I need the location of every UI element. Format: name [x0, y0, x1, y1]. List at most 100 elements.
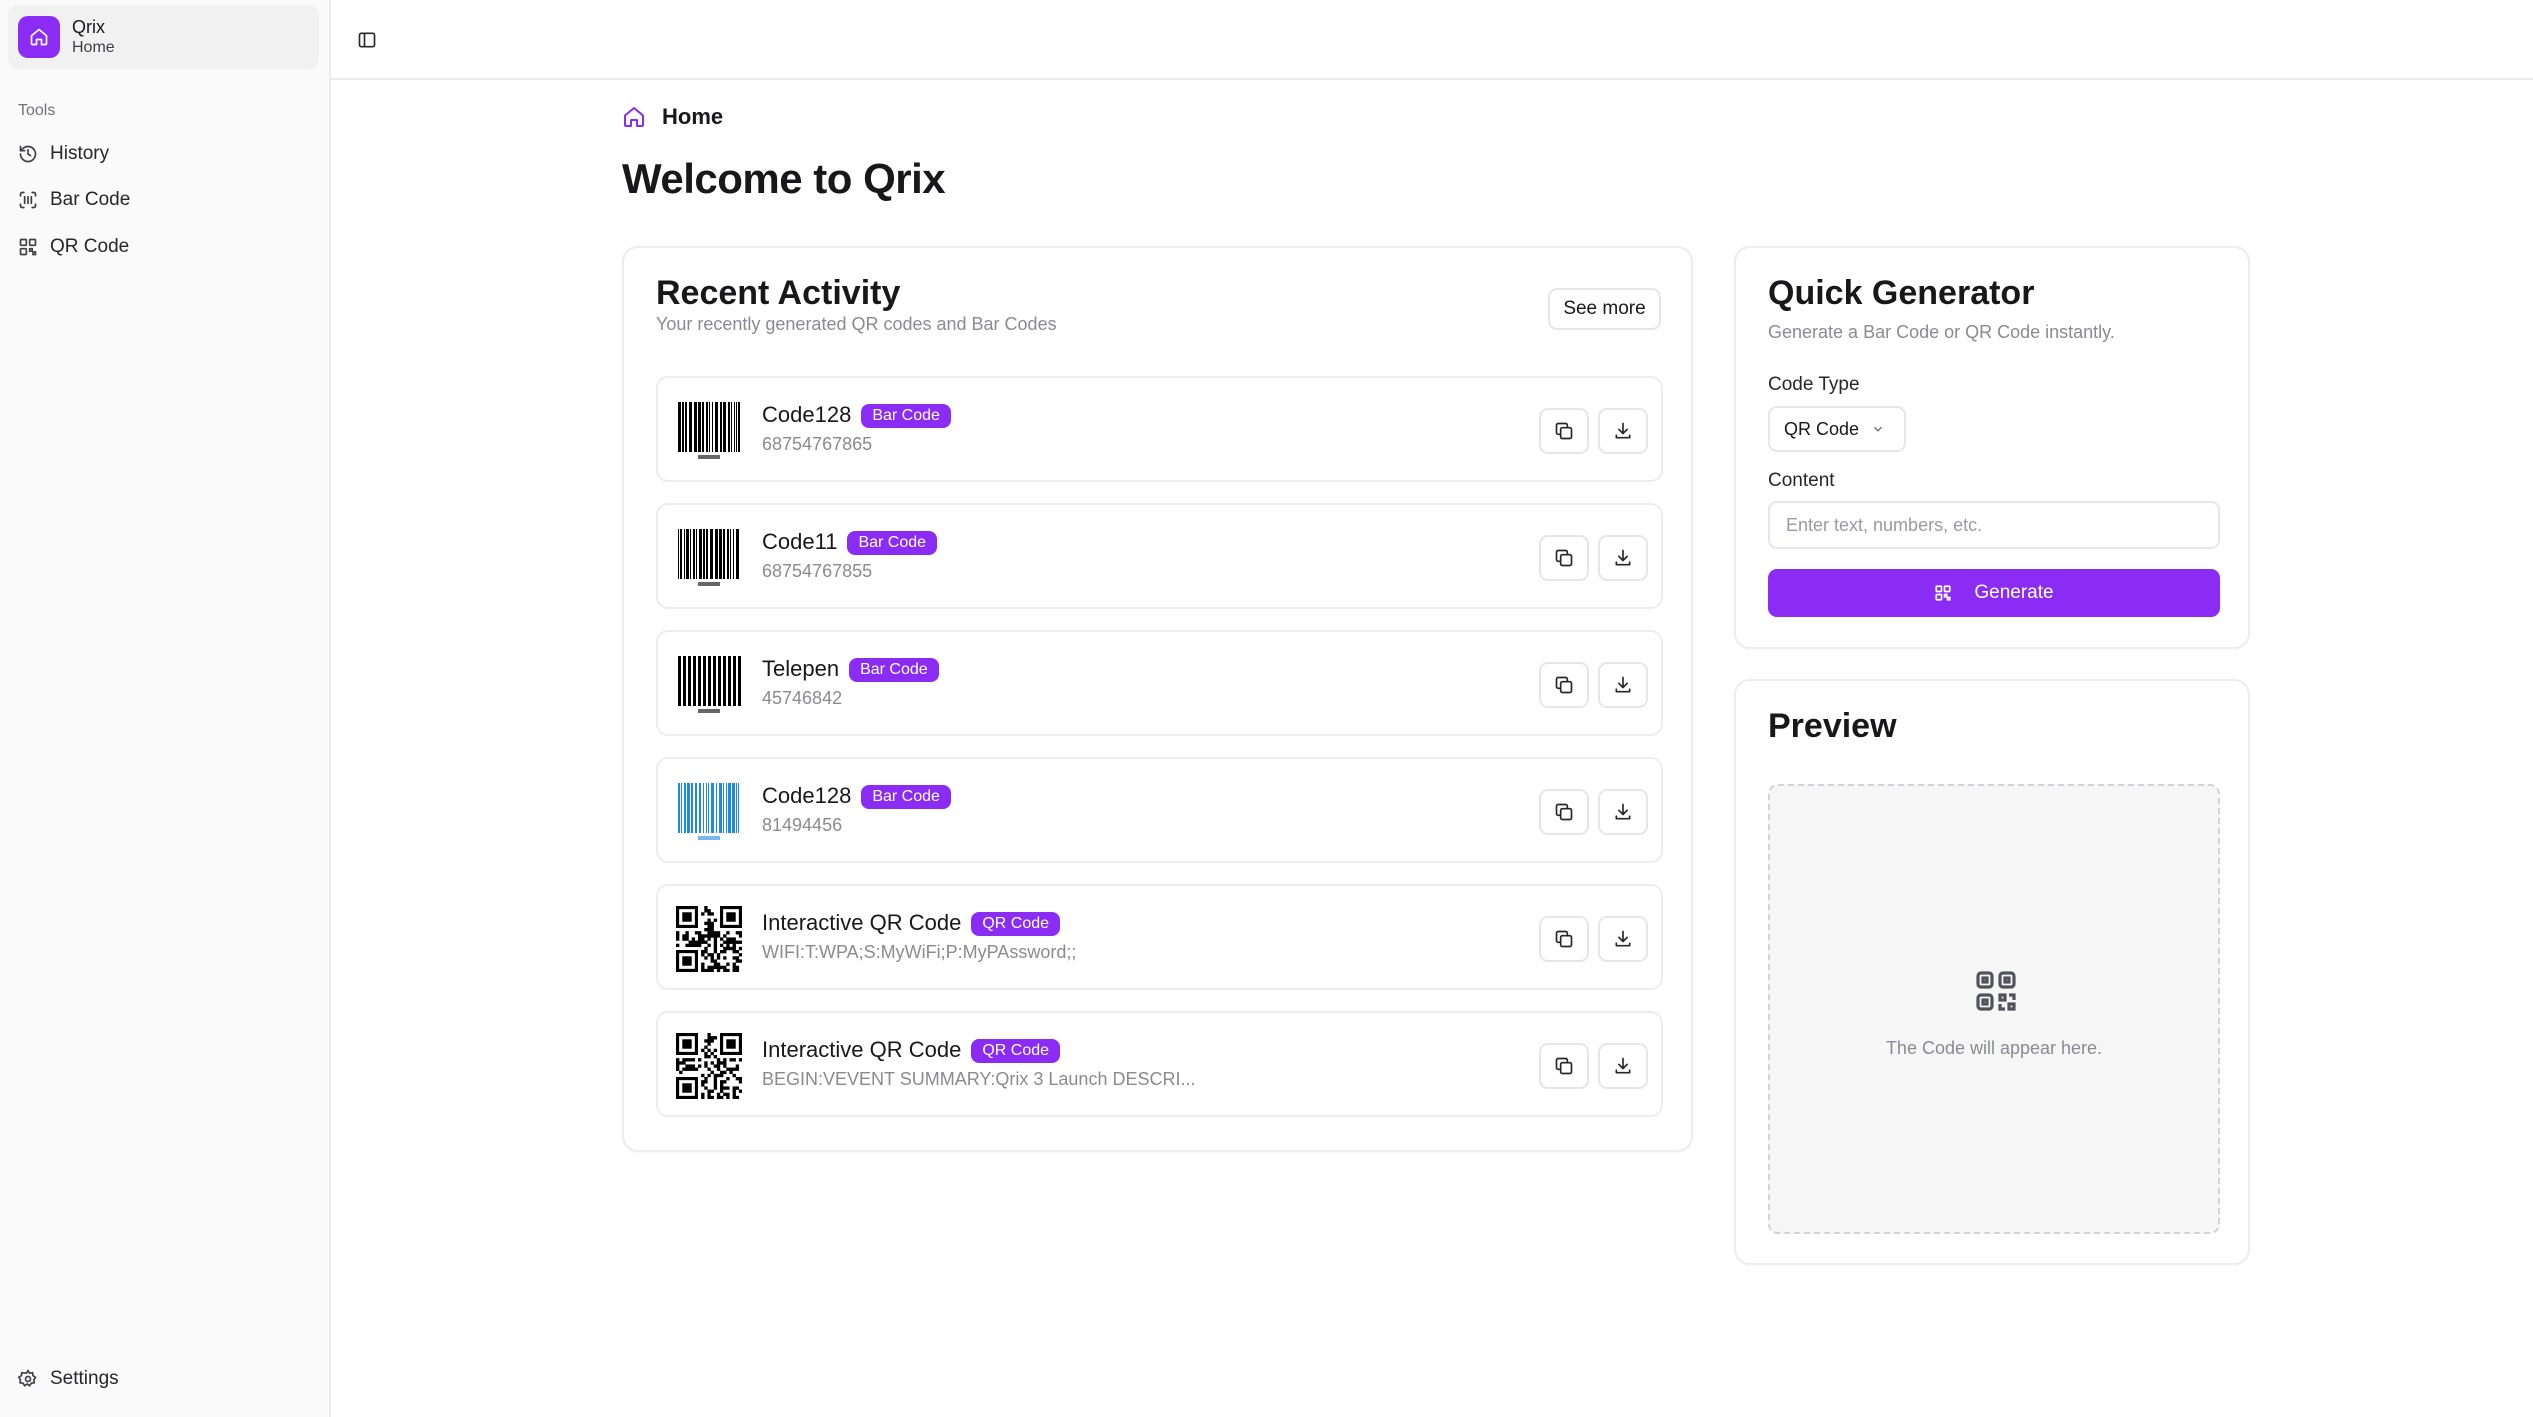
- page-title: Welcome to Qrix: [622, 155, 946, 202]
- copy-button[interactable]: [1539, 535, 1589, 581]
- type-badge: QR Code: [971, 1039, 1061, 1063]
- barcode-thumbnail: [678, 529, 739, 586]
- download-icon: [1615, 549, 1631, 566]
- quick-generator-title: Quick Generator: [1768, 274, 2035, 312]
- topbar: [331, 0, 2533, 80]
- download-button[interactable]: [1598, 408, 1648, 454]
- code-type-select[interactable]: QR Code: [1768, 406, 1906, 452]
- breadcrumb: Home: [622, 104, 723, 130]
- chevron-down-icon: [1874, 426, 1883, 432]
- activity-row-title: Interactive QR Code QR Code: [762, 1037, 1061, 1063]
- activity-row[interactable]: Code128 Bar Code 68754767865: [656, 376, 1663, 482]
- type-badge: QR Code: [971, 912, 1061, 936]
- sidebar-toggle-icon: [358, 32, 376, 48]
- qr-code-icon: [1976, 971, 2016, 1011]
- activity-row-title: Code128 Bar Code: [762, 783, 951, 809]
- sidebar-item-label: History: [50, 143, 110, 164]
- breadcrumb-current: Home: [662, 104, 724, 129]
- activity-row[interactable]: Code11 Bar Code 68754767855: [656, 503, 1663, 609]
- settings-label: Settings: [50, 1368, 119, 1389]
- gear-icon: [18, 1369, 37, 1387]
- copy-icon: [1555, 422, 1573, 440]
- generate-button[interactable]: Generate: [1768, 569, 2220, 617]
- sidebar-toggle-button[interactable]: [351, 24, 383, 56]
- preview-title: Preview: [1768, 707, 1897, 745]
- activity-row-value: BEGIN:VEVENT SUMMARY:Qrix 3 Launch DESCR…: [762, 1069, 1196, 1089]
- copy-button[interactable]: [1539, 662, 1589, 708]
- activity-row-value: 45746842: [762, 688, 843, 708]
- type-badge: Bar Code: [861, 404, 951, 428]
- home-icon: [18, 16, 60, 58]
- sidebar-item-settings[interactable]: Settings: [10, 1359, 321, 1399]
- download-button[interactable]: [1598, 916, 1648, 962]
- preview-area: The Code will appear here.: [1768, 784, 2220, 1234]
- sidebar: Qrix Home Tools History Bar Code QR Code…: [0, 0, 331, 1417]
- activity-row-value: WIFI:T:WPA;S:MyWiFi;P:MyPAssword;;: [762, 942, 1077, 962]
- activity-row-title: Code128 Bar Code: [762, 402, 951, 428]
- recent-activity-subtitle: Your recently generated QR codes and Bar…: [656, 314, 1057, 334]
- activity-row[interactable]: Code128 Bar Code 81494456: [656, 757, 1663, 863]
- qr-code-thumbnail: [676, 906, 742, 972]
- activity-row-value: 68754767865: [762, 434, 873, 454]
- recent-activity-card: Recent Activity Your recently generated …: [622, 246, 1693, 1152]
- qr-code-icon: [1935, 585, 1951, 601]
- copy-icon: [1555, 803, 1573, 821]
- activity-row-name: Interactive QR Code: [762, 910, 962, 935]
- quick-generator-card: Quick Generator Generate a Bar Code or Q…: [1734, 246, 2250, 649]
- activity-row[interactable]: Interactive QR Code QR Code BEGIN:VEVENT S…: [656, 1011, 1663, 1117]
- copy-button[interactable]: [1539, 408, 1589, 454]
- activity-row-name: Code128: [762, 402, 852, 427]
- activity-row-value: 81494456: [762, 815, 843, 835]
- activity-row[interactable]: Telepen Bar Code 45746842: [656, 630, 1663, 736]
- app-name: Qrix: [72, 17, 105, 37]
- activity-row-name: Code128: [762, 783, 852, 808]
- copy-button[interactable]: [1539, 916, 1589, 962]
- copy-icon: [1555, 549, 1573, 567]
- activity-row-name: Interactive QR Code: [762, 1037, 962, 1062]
- activity-row-title: Code11 Bar Code: [762, 529, 938, 555]
- generate-label: Generate: [1974, 582, 2054, 603]
- type-badge: Bar Code: [849, 658, 939, 682]
- code-type-value: QR Code: [1784, 418, 1860, 439]
- download-button[interactable]: [1598, 535, 1648, 581]
- content-label: Content: [1768, 470, 1835, 491]
- preview-card: Preview The Code will appear here.: [1734, 679, 2250, 1265]
- barcode-thumbnail: [678, 402, 740, 459]
- activity-row-title: Telepen Bar Code: [762, 656, 939, 682]
- sidebar-item-label: Bar Code: [50, 189, 131, 210]
- copy-button[interactable]: [1539, 1043, 1589, 1089]
- download-icon: [1615, 803, 1631, 820]
- app-switcher[interactable]: Qrix Home: [8, 5, 319, 69]
- sidebar-item-qr-code[interactable]: QR Code: [10, 227, 321, 267]
- quick-generator-subtitle: Generate a Bar Code or QR Code instantly…: [1768, 322, 2115, 342]
- sidebar-item-history[interactable]: History: [10, 134, 321, 174]
- see-more-button[interactable]: See more: [1548, 288, 1661, 330]
- preview-empty-text: The Code will appear here.: [1885, 1038, 2103, 1058]
- app-subtitle: Home: [72, 39, 115, 56]
- qr-code-icon: [19, 238, 37, 256]
- code-type-label: Code Type: [1768, 374, 1860, 395]
- activity-row[interactable]: Interactive QR Code QR Code WIFI:T:WPA;S:M…: [656, 884, 1663, 990]
- sidebar-item-bar-code[interactable]: Bar Code: [10, 180, 321, 220]
- copy-icon: [1555, 1057, 1573, 1075]
- home-icon: [624, 107, 644, 127]
- barcode-thumbnail: [678, 783, 739, 840]
- copy-icon: [1555, 676, 1573, 694]
- tools-group-label: Tools: [18, 102, 56, 119]
- download-button[interactable]: [1598, 1043, 1648, 1089]
- qr-code-thumbnail: [676, 1033, 742, 1099]
- activity-row-title: Interactive QR Code QR Code: [762, 910, 1061, 936]
- copy-button[interactable]: [1539, 789, 1589, 835]
- barcode-thumbnail: [678, 656, 741, 713]
- recent-activity-title: Recent Activity: [656, 274, 901, 312]
- download-button[interactable]: [1598, 789, 1648, 835]
- download-icon: [1615, 676, 1631, 693]
- download-icon: [1615, 930, 1631, 947]
- content-input[interactable]: [1768, 501, 2220, 549]
- download-icon: [1615, 1057, 1631, 1074]
- activity-row-name: Code11: [762, 529, 838, 554]
- activity-row-value: 68754767855: [762, 561, 873, 581]
- copy-icon: [1555, 930, 1573, 948]
- download-button[interactable]: [1598, 662, 1648, 708]
- type-badge: Bar Code: [847, 531, 938, 555]
